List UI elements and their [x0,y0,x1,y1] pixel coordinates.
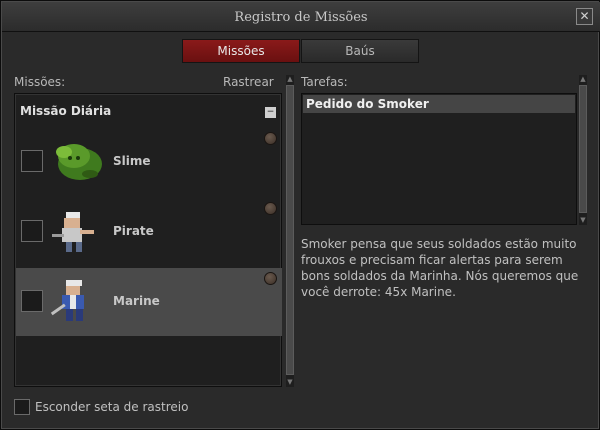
close-icon: ✕ [579,9,590,23]
tasks-list[interactable]: Pedido do Smoker [301,93,577,225]
scroll-down-icon[interactable]: ▼ [579,216,587,224]
track-label: Rastrear [223,75,274,89]
list-item[interactable]: Pirate [16,198,282,266]
track-toggle[interactable] [264,132,277,145]
title-bar[interactable]: Registro de Missões ✕ [2,2,600,32]
mission-name: Slime [113,154,151,168]
track-toggle[interactable] [264,202,277,215]
mission-description: Smoker pensa que seus soldados estão mui… [301,237,579,299]
missions-list[interactable]: Missão Diária − Slime Pirate Marine [14,93,282,387]
tab-missions[interactable]: Missões [182,39,300,63]
collapse-button[interactable]: − [265,107,276,118]
track-toggle[interactable] [264,272,277,285]
task-item[interactable]: Pedido do Smoker [303,95,575,113]
tab-chests[interactable]: Baús [301,39,419,63]
slime-icon [56,144,102,180]
scroll-up-icon[interactable]: ▲ [579,75,587,83]
mission-checkbox[interactable] [21,290,43,312]
scroll-up-icon[interactable]: ▲ [286,75,294,83]
close-button[interactable]: ✕ [576,8,593,25]
marine-icon [50,280,84,321]
pirate-icon [52,212,94,252]
hide-arrow-label: Esconder seta de rastreio [35,400,189,414]
list-item[interactable]: Slime [16,128,282,196]
tasks-scroll-thumb[interactable] [579,85,587,213]
quest-log-window: Registro de Missões ✕ Missões Baús Missõ… [0,0,600,430]
mission-checkbox[interactable] [21,220,43,242]
scroll-down-icon[interactable]: ▼ [286,378,294,386]
mission-checkbox[interactable] [21,150,43,172]
tasks-label: Tarefas: [301,75,348,89]
missions-scroll-thumb[interactable] [286,85,294,375]
list-item[interactable]: Marine [16,268,282,336]
mission-name: Marine [113,294,160,308]
hide-arrow-checkbox[interactable] [14,399,30,415]
group-title: Missão Diária [20,104,112,118]
mission-name: Pirate [113,224,154,238]
missions-label: Missões: [14,75,66,89]
window-title: Registro de Missões [234,10,368,25]
